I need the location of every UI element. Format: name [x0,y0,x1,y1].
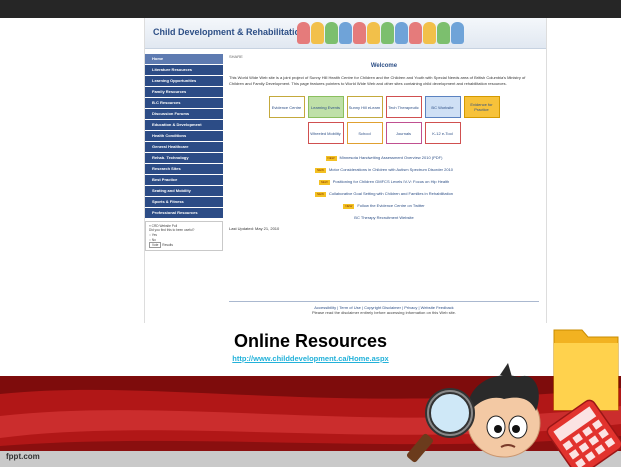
poll-option-yes[interactable]: ○ Yes [149,233,219,237]
new-badge: NEW [314,168,326,173]
menu-item-research[interactable]: Research Sites [145,164,223,174]
menu-item-home[interactable]: Home [145,54,223,64]
link-item[interactable]: NEW Follow the Evidence Centre on Twitter [229,200,539,212]
children-banner-illustration [297,22,464,44]
site-header: Child Development & Rehabilitation [145,18,546,49]
new-badge: NEW [343,204,355,209]
cartoon-mascot-illustration [406,329,621,467]
tile-school[interactable]: School [346,122,383,144]
menu-item-family[interactable]: Family Resources [145,87,223,97]
tile-wheeled-mobility[interactable]: Wheeled Mobility [307,122,344,144]
resource-links-list: NEW Minnesota Handwriting Assessment Over… [229,152,539,224]
link-item[interactable]: NEW Motor Considerations in Children with… [229,164,539,176]
menu-item-literature[interactable]: Literature Resources [145,65,223,75]
last-updated: Last Updated: May 21, 2010 [229,226,280,231]
magnifying-glass-icon [406,388,475,463]
tile-bc-worksite[interactable]: BC Worksite [424,96,461,118]
intro-paragraph: This World Wide Web site is a joint proj… [229,75,526,86]
tile-tech-therapeutic[interactable]: Tech Therapeutic [385,96,422,118]
menu-item-seating[interactable]: Seating and Mobility [145,186,223,196]
welcome-heading: Welcome [370,63,398,69]
resource-tiles-row-2: Wheeled Mobility School Journals K-12 e-… [229,122,539,144]
tile-journals[interactable]: Journals [385,122,422,144]
menu-item-learning[interactable]: Learning Opportunities [145,76,223,86]
menu-item-discussion[interactable]: Discussion Forums [145,109,223,119]
resource-tiles-row-1: Evidence Centre Learning Events Sunny Hi… [229,96,539,118]
site-sidebar: Home Literature Resources Learning Oppor… [145,54,223,251]
share-button[interactable]: SHARE [229,54,539,59]
menu-item-health-conditions[interactable]: Health Conditions [145,131,223,141]
menu-item-bc[interactable]: B.C Resources [145,98,223,108]
folder-icon [553,329,619,411]
tile-evidence-centre[interactable]: Evidence Centre [268,96,305,118]
menu-item-education[interactable]: Education & Development [145,120,223,130]
menu-item-best-practice[interactable]: Best Practice [145,175,223,185]
footer-divider [229,301,539,302]
tile-k12-tool[interactable]: K-12 e-Tool [424,122,461,144]
footer-brand: fppt.com [6,452,40,461]
site-footer: Accessibility | Term of Use | Copyright … [229,305,539,315]
poll-results-link[interactable]: Results [162,243,173,247]
tile-elearn[interactable]: Sunny Hill eLearn [346,96,383,118]
tile-evidence-practice[interactable]: Evidence for Practice [463,96,500,118]
link-item[interactable]: BC Therapy Recruitment Website [229,212,539,224]
poll-question: Did you find this to been useful? [149,228,195,232]
new-badge: NEW [325,156,337,161]
top-dark-bar [0,0,621,18]
menu-item-rehab-tech[interactable]: Rehab. Technology [145,153,223,163]
link-item[interactable]: NEW Collaborative Goal Setting with Child… [229,188,539,200]
site-main-content: SHARE Welcome This World Wide Web site i… [229,54,539,231]
poll-vote-button[interactable]: Vote [149,242,162,248]
new-badge: NEW [318,180,330,185]
link-item[interactable]: NEW Minnesota Handwriting Assessment Over… [229,152,539,164]
menu-item-professional[interactable]: Professional Resources [145,208,223,218]
new-badge: NEW [314,192,326,197]
slide: Child Development & Rehabilitation Home … [0,0,621,467]
menu-item-general-healthcare[interactable]: General Healthcare [145,142,223,152]
link-item[interactable]: NEW Positioning for Children GMFCS Levels… [229,176,539,188]
website-poll: » CRD Website Poll Did you find this to … [145,221,223,251]
site-title: Child Development & Rehabilitation [153,27,306,37]
menu-item-sports[interactable]: Sports & Fitness [145,197,223,207]
tile-learning-events[interactable]: Learning Events [307,96,344,118]
character-head [467,363,541,458]
website-screenshot: Child Development & Rehabilitation Home … [144,18,547,323]
